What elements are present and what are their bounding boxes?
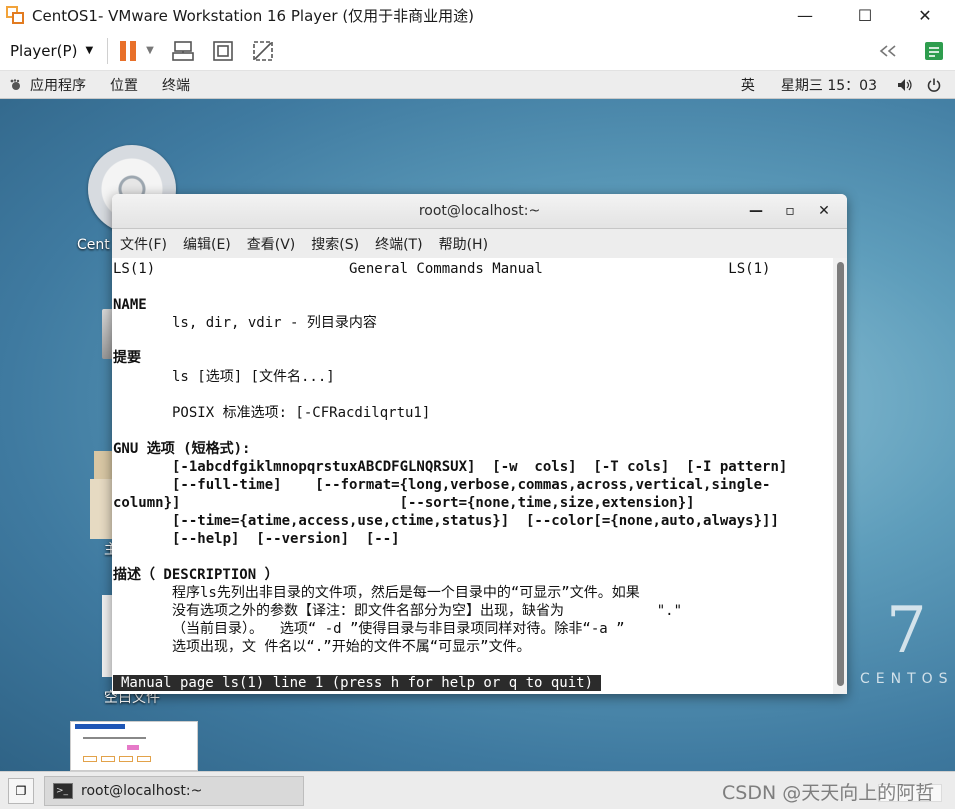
applications-menu[interactable]: 应用程序 <box>10 75 86 95</box>
description-line-3: （当前目录）。 选项“ -d ”使得目录与非目录项同样对待。除非“-a ” <box>113 621 625 637</box>
send-ctrl-alt-del-icon[interactable] <box>172 40 194 62</box>
terminal-title-bar[interactable]: root@localhost:~ — ▫ ✕ <box>112 194 847 229</box>
taskbar-terminal-label: root@localhost:~ <box>81 783 203 799</box>
centos-seven: 7 <box>886 594 927 668</box>
unity-collapse-icon[interactable] <box>877 44 899 58</box>
cd-drive-label: Cent <box>77 237 110 253</box>
volume-icon[interactable] <box>897 78 913 92</box>
terminal-scrollbar[interactable] <box>833 258 847 694</box>
gnome-top-bar: 应用程序 位置 终端 英 星期三 15：03 <box>0 71 955 99</box>
applications-label: 应用程序 <box>30 77 86 94</box>
folder-icon[interactable] <box>90 479 112 539</box>
synopsis-line-2: POSIX 标准选项: [-CFRacdilqrtu1] <box>113 405 431 421</box>
terminal-window: root@localhost:~ — ▫ ✕ 文件(F) 编辑(E) 查看(V)… <box>112 194 847 694</box>
places-menu[interactable]: 位置 <box>110 75 138 95</box>
gnu-line-3: column}] [--sort={none,time,size,extensi… <box>113 495 695 511</box>
document-thumbnail[interactable] <box>70 721 198 771</box>
vmware-logo-icon <box>6 5 26 26</box>
description-line-1: 程序ls先列出非目录的文件项，然后是每一个目录中的“可显示”文件。如果 <box>113 585 640 601</box>
desktop: Cent 主 空白文件 7 CENTOS root@localhost:~ — … <box>0 99 955 771</box>
terminal-title: root@localhost:~ <box>418 203 541 219</box>
window-title: CentOS1- VMware Workstation 16 Player (仅… <box>32 7 475 25</box>
gnu-line-4: [--time={atime,access,use,ctime,status}]… <box>113 513 779 529</box>
menu-edit[interactable]: 编辑(E) <box>183 234 231 254</box>
terminal-maximize-button[interactable]: ▫ <box>773 194 807 229</box>
terminal-app-menu[interactable]: 终端 <box>162 75 190 95</box>
menu-view[interactable]: 查看(V) <box>247 234 296 254</box>
centos-logo: 7 CENTOS <box>860 599 955 687</box>
terminal-close-button[interactable]: ✕ <box>807 194 841 229</box>
minimize-button[interactable]: — <box>775 0 835 31</box>
menu-file[interactable]: 文件(F) <box>120 234 167 254</box>
description-line-2: 没有选项之外的参数【译注：即文件名部分为空】出现，缺省为 "." <box>113 603 683 619</box>
menu-search[interactable]: 搜索(S) <box>311 234 359 254</box>
power-options-caret-icon[interactable]: ▼ <box>146 45 154 56</box>
close-button[interactable]: ✕ <box>895 0 955 31</box>
centos-word: CENTOS <box>860 671 954 687</box>
toolbar-divider <box>107 37 109 64</box>
chevron-down-icon: ▼ <box>85 45 94 56</box>
pager-status-line: Manual page ls(1) line 1 (press h for he… <box>113 675 602 691</box>
player-menu-label: Player(P) <box>10 41 78 60</box>
watermark: CSDN @天天向上的阿哲 <box>722 782 935 804</box>
vmware-toolbar: Player(P) ▼ ▼ <box>0 31 955 71</box>
gnu-heading: GNU 选项 (短格式): <box>113 441 251 457</box>
description-line-4: 选项出现，文 件名以“.”开始的文件不属“可显示”文件。 <box>113 639 531 655</box>
gnu-line-1: [-1abcdfgiklmnopqrstuxABCDFGLNQRSUX] [-w… <box>113 459 788 475</box>
synopsis-line-1: ls [选项] [文件名...] <box>113 369 335 385</box>
notes-icon[interactable] <box>923 40 945 62</box>
terminal-minimize-button[interactable]: — <box>739 194 773 229</box>
player-menu[interactable]: Player(P) ▼ <box>10 42 93 60</box>
description-heading: 描述（ DESCRIPTION ） <box>113 567 279 583</box>
maximize-button[interactable]: ☐ <box>835 0 895 31</box>
synopsis-heading: 提要 <box>113 350 141 366</box>
fit-guest-icon[interactable] <box>212 40 234 62</box>
gnu-line-2: [--full-time] [--format={long,verbose,co… <box>113 477 771 493</box>
terminal-content[interactable]: LS(1) General Commands Manual LS(1) NAME… <box>112 258 833 694</box>
man-header: LS(1) General Commands Manual LS(1) <box>113 261 771 277</box>
menu-help[interactable]: 帮助(H) <box>439 234 488 254</box>
gnu-line-5: [--help] [--version] [--] <box>113 531 400 547</box>
pause-icon[interactable] <box>120 40 138 61</box>
menu-terminal[interactable]: 终端(T) <box>375 234 422 254</box>
unity-mode-icon[interactable] <box>252 40 274 62</box>
show-desktop-icon[interactable]: ❐ <box>8 778 34 804</box>
taskbar: ❐ >_ root@localhost:~ CSDN @天天向上的阿哲 <box>0 771 955 809</box>
taskbar-terminal-button[interactable]: >_ root@localhost:~ <box>44 776 304 806</box>
gnome-foot-icon <box>10 78 20 90</box>
name-heading: NAME <box>113 297 147 313</box>
home-folder-icon[interactable] <box>94 451 112 479</box>
power-icon[interactable] <box>927 78 941 92</box>
vmware-title-bar: CentOS1- VMware Workstation 16 Player (仅… <box>0 0 955 31</box>
clock[interactable]: 星期三 15：03 <box>781 75 877 95</box>
input-method-indicator[interactable]: 英 <box>741 75 755 95</box>
terminal-menu-bar: 文件(F) 编辑(E) 查看(V) 搜索(S) 终端(T) 帮助(H) <box>112 229 847 258</box>
terminal-icon: >_ <box>53 783 73 799</box>
name-text: ls, dir, vdir - 列目录内容 <box>113 315 377 331</box>
